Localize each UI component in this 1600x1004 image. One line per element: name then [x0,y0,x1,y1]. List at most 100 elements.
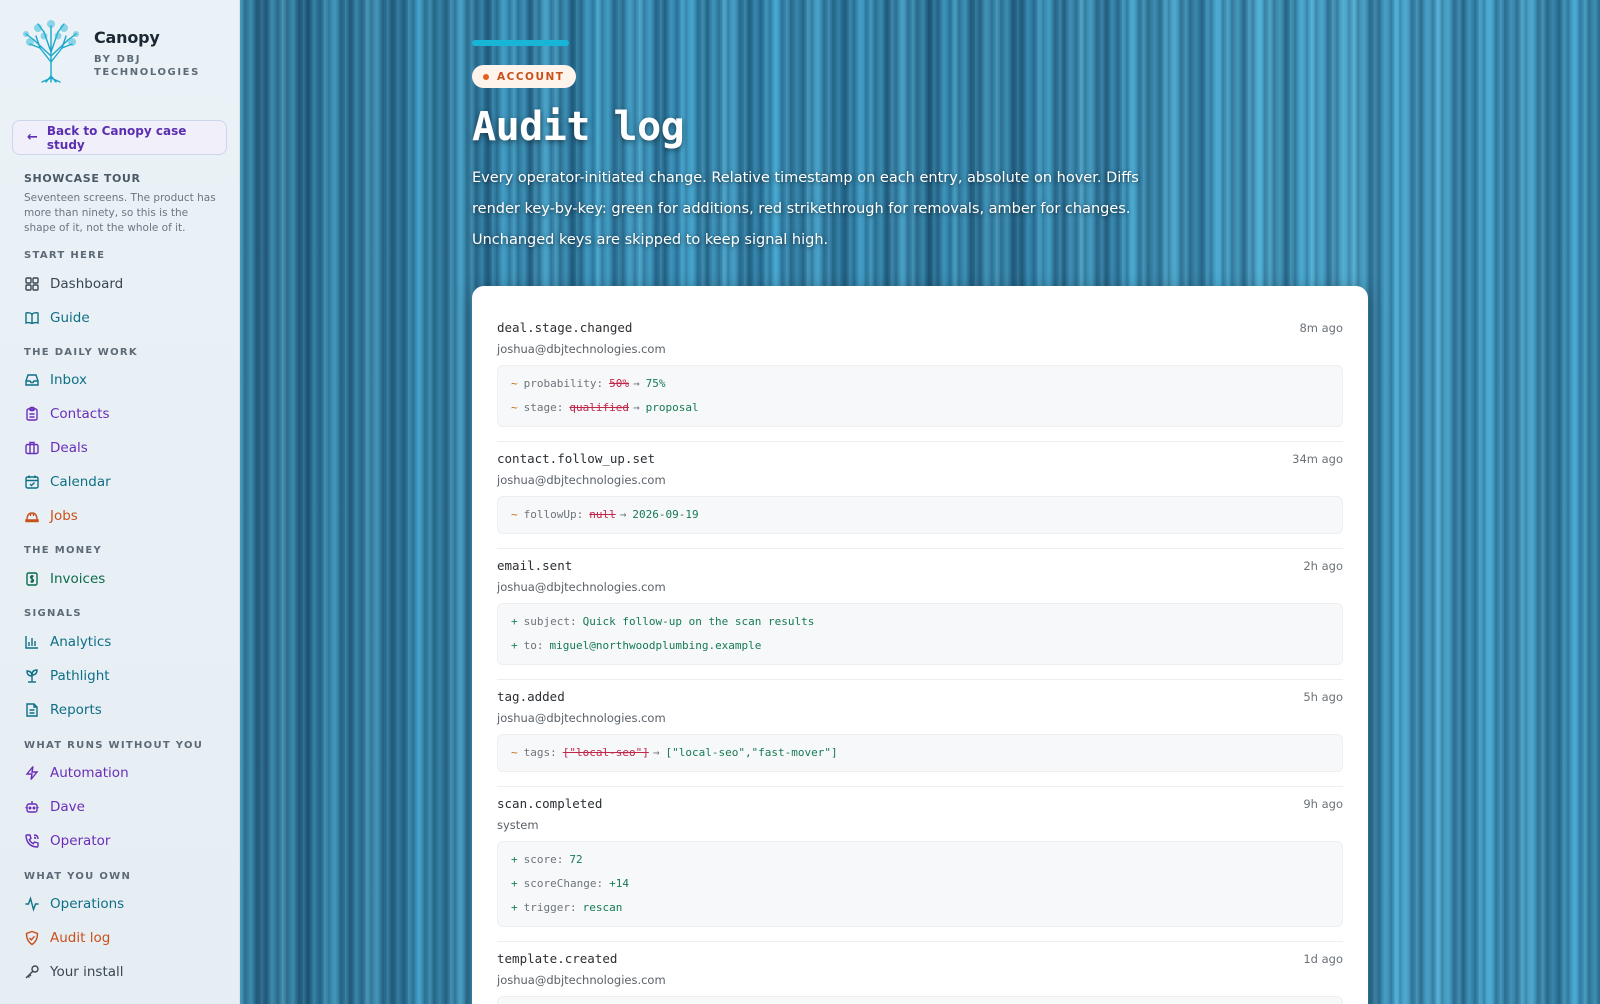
entry-timestamp[interactable]: 1d ago [1303,952,1343,966]
entry-diff: + subject: Quick follow-up on the scan res… [497,603,1343,665]
tree-logo-icon [23,20,79,83]
entry-divider [497,441,1343,442]
entry-timestamp[interactable]: 34m ago [1292,452,1343,466]
sidebar-item-label: Dave [50,799,85,815]
nav-section-money: THE MONEY [24,545,103,556]
nav-section-daily-work: THE DAILY WORK [24,347,138,358]
brand[interactable]: Canopy BY DBJ TECHNOLOGIES [18,18,200,84]
entry-diff [497,996,1343,1004]
diff-row-change: ~ followUp: null → 2026-09-19 [511,503,1329,527]
sidebar-item-dave[interactable]: Dave [24,797,85,817]
diff-old-value: null [589,508,616,521]
entry-event-name: email.sent [497,558,573,573]
sidebar-item-reports[interactable]: Reports [24,700,102,720]
diff-new-value: ["local-seo","fast-mover"] [665,746,838,759]
sidebar-item-pathlight[interactable]: Pathlight [24,666,110,686]
book-icon [24,310,40,326]
entry-diff: ~ tags: ["local-seo"] → ["local-seo","fast-m… [497,734,1343,772]
diff-new-value: 75% [645,377,666,390]
entry-timestamp[interactable]: 8m ago [1299,321,1343,335]
diff-old-value: 50% [609,377,629,390]
back-to-case-study-button[interactable]: ← Back to Canopy case study [12,120,227,155]
sidebar-item-label: Contacts [50,406,110,422]
diff-old-value: ["local-seo"] [562,746,649,759]
audit-entry[interactable]: scan.completed 9h ago system + score: 72 +… [497,796,1343,927]
sidebar-item-operations[interactable]: Operations [24,894,124,914]
diff-old-value: qualified [569,401,629,414]
robot-icon [24,799,40,815]
diff-arrow: → [652,746,660,759]
sidebar-item-automation[interactable]: Automation [24,763,129,783]
sidebar-item-invoices[interactable]: Invoices [24,569,105,589]
nav-section-runs-without-you: WHAT RUNS WITHOUT YOU [24,740,204,751]
activity-icon [24,896,40,912]
diff-symbol: + [511,639,518,652]
diff-symbol: ~ [511,508,518,521]
diff-arrow: → [632,401,640,414]
sidebar-item-label: Deals [50,440,88,456]
diff-symbol: ~ [511,746,518,759]
phone-icon [24,833,40,849]
badge-label: ACCOUNT [497,70,565,83]
showcase-tour-title: SHOWCASE TOUR [24,172,141,185]
sidebar-item-label: Inbox [50,372,87,388]
sidebar-item-audit-log[interactable]: Audit log [24,928,110,948]
showcase-tour-desc: Seventeen screens. The product has more … [24,192,216,234]
sidebar-item-label: Calendar [50,474,111,490]
audit-entry[interactable]: template.created 1d ago joshua@dbjtechno… [497,951,1343,1004]
entry-diff: + score: 72 + scoreChange: +14 + trigger: resc… [497,841,1343,927]
entry-timestamp[interactable]: 5h ago [1303,690,1343,704]
diff-arrow: → [632,377,640,390]
brand-subtitle: BY DBJ TECHNOLOGIES [94,54,200,78]
badge-dot [483,73,489,80]
audit-entry[interactable]: email.sent 2h ago joshua@dbjtechnologies… [497,558,1343,665]
calendar-icon [24,474,40,490]
audit-entry[interactable]: contact.follow_up.set 34m ago joshua@dbj… [497,451,1343,534]
brand-name: Canopy [94,28,160,47]
entry-divider [497,548,1343,549]
entry-actor: joshua@dbjtechnologies.com [497,580,666,594]
diff-added-value: +14 [609,877,629,890]
sprout-icon [24,668,40,684]
nav-section-start-here: START HERE [24,250,106,261]
entry-actor: joshua@dbjtechnologies.com [497,342,666,356]
diff-key: trigger: [523,901,577,914]
entry-diff: ~ followUp: null → 2026-09-19 [497,496,1343,534]
entry-timestamp[interactable]: 2h ago [1303,559,1343,573]
page-description: Every operator-initiated change. Relativ… [472,170,1139,248]
diff-row-change: ~ tags: ["local-seo"] → ["local-seo","fast-m… [511,741,1329,765]
clipboard-icon [24,406,40,422]
sidebar-item-operator[interactable]: Operator [24,831,110,851]
sidebar-item-label: Your install [50,964,124,980]
entry-actor: joshua@dbjtechnologies.com [497,473,666,487]
diff-added-value: 72 [569,853,583,866]
sidebar-item-calendar[interactable]: Calendar [24,472,111,492]
diff-key: scoreChange: [523,877,604,890]
diff-row-add: + subject: Quick follow-up on the scan res… [511,610,1329,634]
diff-new-value: 2026-09-19 [632,508,699,521]
sidebar-item-your-install[interactable]: Your install [24,962,124,982]
sidebar-item-analytics[interactable]: Analytics [24,632,111,652]
entry-event-name: template.created [497,951,618,966]
sidebar-item-jobs[interactable]: Jobs [24,506,78,526]
sidebar-item-deals[interactable]: Deals [24,438,88,458]
entry-timestamp[interactable]: 9h ago [1303,797,1343,811]
diff-key: followUp: [523,508,584,521]
sidebar-item-dashboard[interactable]: Dashboard [24,274,123,294]
diff-row-add: + trigger: rescan [511,896,1329,920]
audit-entry[interactable]: deal.stage.changed 8m ago joshua@dbjtech… [497,320,1343,427]
diff-row-add: + to: miguel@northwoodplumbing.example [511,634,1329,658]
sidebar-item-guide[interactable]: Guide [24,308,90,328]
entry-event-name: tag.added [497,689,565,704]
sidebar-item-label: Automation [50,765,129,781]
sidebar-item-label: Guide [50,310,90,326]
diff-symbol: + [511,901,518,914]
section-badge: ACCOUNT [472,65,577,88]
sidebar-item-inbox[interactable]: Inbox [24,370,87,390]
diff-row-add: + score: 72 [511,848,1329,872]
audit-entry[interactable]: tag.added 5h ago joshua@dbjtechnologies.… [497,689,1343,772]
diff-symbol: + [511,853,518,866]
sidebar-item-contacts[interactable]: Contacts [24,404,110,424]
lightning-icon [24,765,40,781]
audit-log-card: deal.stage.changed 8m ago joshua@dbjtech… [472,286,1368,1004]
